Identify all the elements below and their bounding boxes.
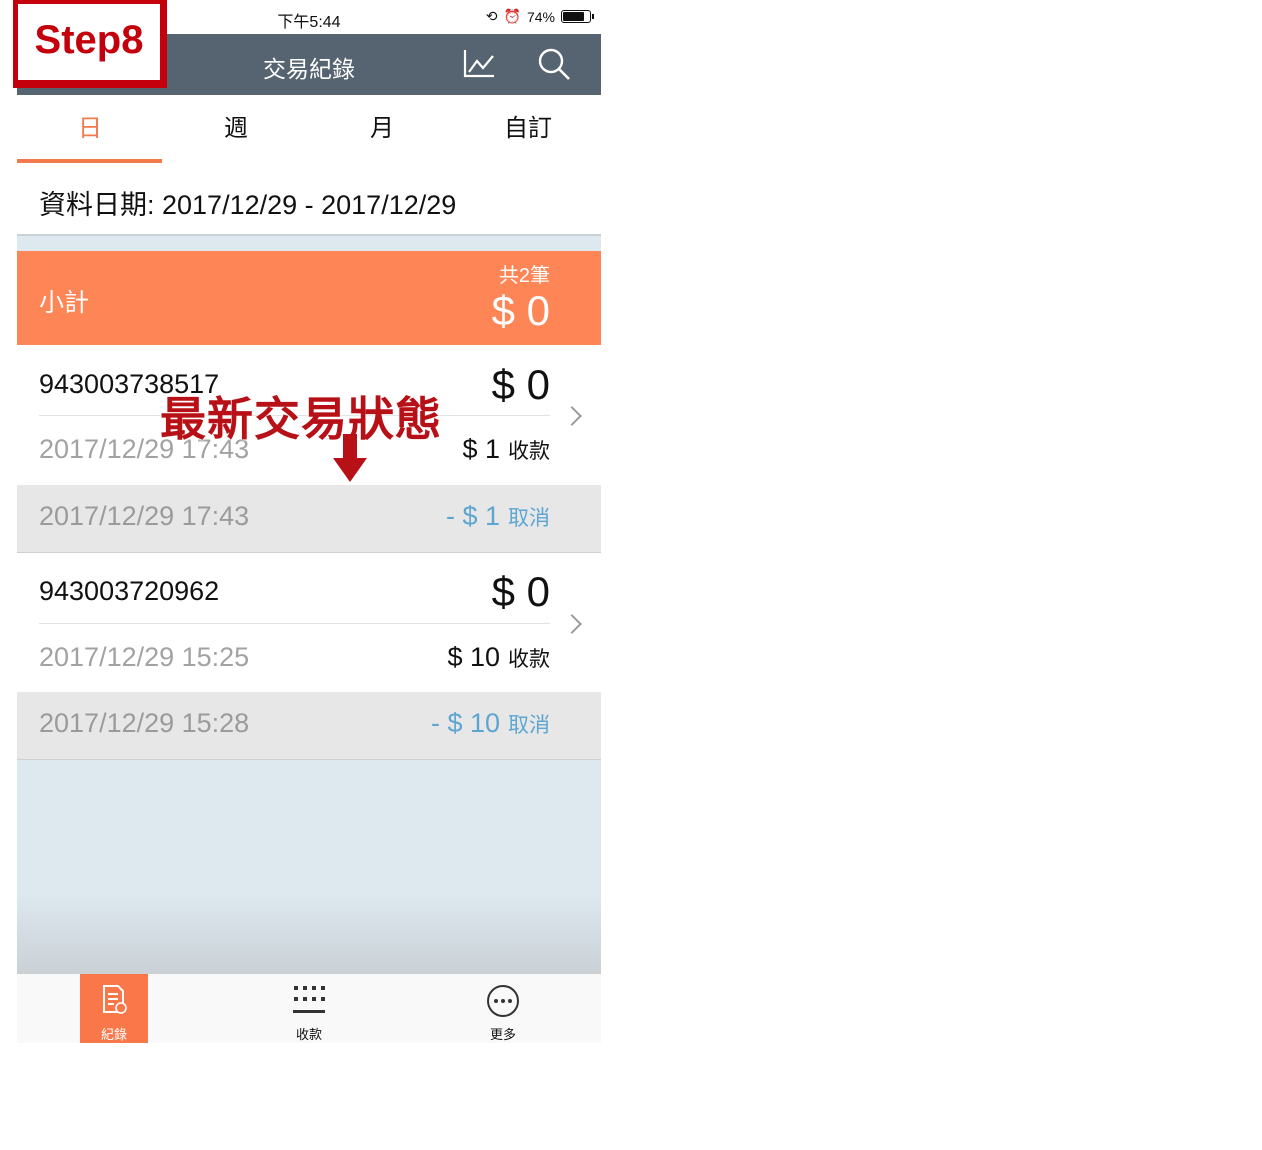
date-range-row: 資料日期: 2017/12/29 - 2017/12/29: [17, 165, 601, 236]
cancel-row: 2017/12/29 17:43 - $ 1 取消: [17, 485, 601, 553]
charge-amount-group: $ 10 收款: [447, 642, 550, 673]
records-icon: [99, 984, 129, 1021]
cancel-amount: - $ 10: [430, 708, 500, 738]
tab-records[interactable]: 紀錄: [80, 974, 148, 1043]
transaction-id: 943003720962: [39, 576, 220, 606]
charge-amount-group: $ 1 收款: [462, 434, 550, 465]
tab-week[interactable]: 週: [163, 95, 309, 163]
tab-more-label: 更多: [489, 1027, 516, 1042]
cancel-amount-group: - $ 10 取消: [431, 708, 550, 739]
chart-icon[interactable]: [461, 46, 497, 82]
down-arrow-icon: [333, 434, 367, 484]
tab-collect-label: 收款: [295, 1027, 322, 1042]
alarm-icon: ⏰: [503, 8, 521, 24]
subtotal-amount: $ 0: [491, 287, 550, 334]
subtotal-card: 小計 共2筆 $ 0: [17, 251, 601, 345]
battery-icon: [561, 10, 594, 23]
row-divider: [39, 623, 550, 624]
charge-time: 2017/12/29 15:25: [39, 642, 250, 672]
battery-percent: 74%: [526, 8, 555, 25]
charge-action: 收款: [508, 440, 550, 463]
tab-month[interactable]: 月: [309, 95, 455, 163]
period-tabs: 日 週 月 自訂: [17, 95, 601, 167]
scroll-fade: [17, 893, 601, 973]
transaction-total: $ 0: [491, 361, 550, 408]
cancel-time: 2017/12/29 17:43: [39, 501, 250, 531]
phone-screen: 下午5:44 ⟲ ⏰ 74% 交易紀錄 日 週 月 自訂 資料日期: 2017/…: [17, 0, 601, 1043]
tab-records-label: 紀錄: [100, 1027, 127, 1042]
tab-custom[interactable]: 自訂: [455, 95, 601, 163]
tab-day[interactable]: 日: [17, 95, 163, 163]
bottom-tab-bar: 紀錄 收款 更多: [17, 973, 601, 1043]
charge-amount: $ 1: [462, 434, 500, 464]
subtotal-label: 小計: [39, 289, 90, 317]
step-label: Step8: [34, 18, 144, 62]
date-range-text: 資料日期: 2017/12/29 - 2017/12/29: [39, 190, 457, 220]
cancel-time: 2017/12/29 15:28: [39, 708, 250, 738]
subtotal-count: 共2筆: [498, 265, 550, 287]
keypad-icon: [292, 984, 326, 1021]
charge-amount: $ 10: [447, 642, 500, 672]
active-tab-indicator: [17, 159, 162, 163]
cancel-amount: - $ 1: [445, 501, 500, 531]
search-icon[interactable]: [536, 46, 572, 82]
more-icon: [486, 984, 520, 1023]
charge-row: 2017/12/29 15:25 $ 10 收款: [17, 626, 601, 693]
transaction-total: $ 0: [491, 568, 550, 615]
tab-more[interactable]: 更多: [469, 974, 537, 1043]
step-badge: Step8: [13, 0, 167, 88]
rotation-lock-icon: ⟲: [485, 8, 498, 24]
charge-action: 收款: [508, 648, 550, 671]
status-indicators: ⟲ ⏰ 74%: [485, 8, 594, 25]
transaction-item[interactable]: 943003720962 $ 0 2017/12/29 15:25 $ 10 收款: [17, 553, 601, 692]
cancel-amount-group: - $ 1 取消: [446, 501, 550, 532]
cancel-action: 取消: [508, 507, 550, 530]
tab-collect[interactable]: 收款: [275, 974, 343, 1043]
cancel-action: 取消: [508, 714, 550, 737]
annotation-text: 最新交易狀態: [160, 393, 442, 445]
cancel-row: 2017/12/29 15:28 - $ 10 取消: [17, 692, 601, 760]
